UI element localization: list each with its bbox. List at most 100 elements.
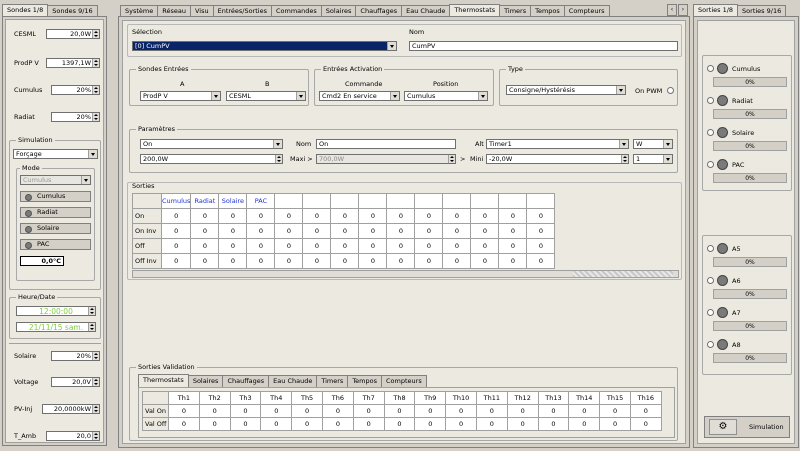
simulation-mode-combo[interactable]: Forçage (13, 149, 98, 159)
type-combo[interactable]: Consigne/Hystérésis (506, 85, 626, 95)
unit-combo[interactable]: W (633, 139, 673, 149)
validation-tab-6[interactable]: Compteurs (381, 375, 427, 387)
sim-cumulus-button[interactable]: Cumulus (20, 191, 91, 202)
probe-field-radiat[interactable]: 20% (51, 112, 100, 122)
table-cell[interactable]: 0 (470, 208, 500, 224)
table-cell[interactable]: 0 (190, 238, 220, 254)
validation-tab-5[interactable]: Tempos (347, 375, 382, 387)
table-cell[interactable]: 0 (414, 208, 444, 224)
table-cell[interactable]: 0 (498, 253, 528, 269)
table-cell[interactable]: 0 (190, 208, 220, 224)
table-cell[interactable]: 0 (526, 223, 556, 239)
table-cell[interactable]: 0 (352, 417, 385, 431)
table-cell[interactable]: 0 (198, 404, 231, 418)
table-cell[interactable]: 0 (383, 404, 416, 418)
chevron-down-icon[interactable] (663, 140, 672, 148)
table-cell[interactable]: 0 (568, 417, 601, 431)
chevron-down-icon[interactable] (619, 140, 628, 148)
sorties-scrollbar[interactable] (132, 270, 679, 278)
spin-icon[interactable] (92, 378, 99, 386)
table-cell[interactable]: 0 (302, 238, 332, 254)
table-cell[interactable]: 0 (442, 223, 472, 239)
selection-combo[interactable]: [0] CumPV (132, 41, 397, 51)
tab-scroll-right-icon[interactable]: › (678, 4, 688, 16)
maxi-field[interactable]: 700,0W (316, 154, 456, 164)
output-radio[interactable] (707, 65, 714, 72)
table-cell[interactable]: 0 (414, 404, 447, 418)
output-radio[interactable] (707, 129, 714, 136)
spin-icon[interactable] (92, 432, 99, 440)
commande-combo[interactable]: Cmd2 En service (319, 91, 400, 101)
table-cell[interactable]: 0 (229, 417, 262, 431)
probe-field-solaire[interactable]: 20% (51, 351, 100, 361)
chevron-down-icon[interactable] (478, 92, 487, 100)
table-cell[interactable]: 0 (190, 253, 220, 269)
table-cell[interactable]: 0 (414, 417, 447, 431)
table-cell[interactable]: 0 (168, 404, 200, 418)
scrollbar-thumb[interactable] (573, 271, 673, 277)
table-cell[interactable]: 0 (274, 223, 304, 239)
table-cell[interactable]: 0 (302, 208, 332, 224)
validation-tab-3[interactable]: Eau Chaude (268, 375, 318, 387)
table-cell[interactable]: 0 (160, 253, 192, 269)
chevron-down-icon[interactable] (663, 155, 672, 163)
probe-field-voltage[interactable]: 20,0V (51, 377, 100, 387)
output-radio[interactable] (707, 161, 714, 168)
on-pwm-radio[interactable] (667, 87, 674, 94)
tab-scroll-left-icon[interactable]: ‹ (667, 4, 677, 16)
table-cell[interactable]: 0 (358, 253, 388, 269)
table-cell[interactable]: 0 (599, 417, 631, 431)
output-radio[interactable] (707, 245, 714, 252)
mini-field[interactable]: -20,0W (486, 154, 629, 164)
table-cell[interactable]: 0 (352, 404, 385, 418)
table-cell[interactable]: 0 (358, 208, 388, 224)
probe-field-cumulus[interactable]: 20% (51, 85, 100, 95)
probe-field-tamb[interactable]: 20,0 (46, 431, 100, 441)
alt-combo[interactable]: Timer1 (486, 139, 629, 149)
validation-tab-2[interactable]: Chauffages (222, 375, 270, 387)
table-cell[interactable]: 0 (526, 208, 556, 224)
position-combo[interactable]: Cumulus (404, 91, 488, 101)
spin-icon[interactable] (275, 155, 282, 163)
param-nom-input[interactable]: On (316, 139, 456, 149)
chevron-down-icon[interactable] (387, 42, 396, 50)
spin-icon[interactable] (448, 155, 455, 163)
param-combo-on[interactable]: On (140, 139, 283, 149)
validation-tab-0[interactable]: Thermostats (138, 374, 189, 387)
time-field[interactable]: 12:00:00 (16, 306, 96, 316)
output-radio[interactable] (707, 341, 714, 348)
table-cell[interactable]: 0 (218, 253, 248, 269)
probe-field-prodpv[interactable]: 1397,1W (46, 58, 100, 68)
table-cell[interactable]: 0 (568, 404, 601, 418)
table-cell[interactable]: 0 (445, 404, 477, 418)
chevron-down-icon[interactable] (81, 176, 90, 184)
table-cell[interactable]: 0 (160, 223, 192, 239)
table-cell[interactable]: 0 (260, 417, 293, 431)
table-cell[interactable]: 0 (498, 223, 528, 239)
table-cell[interactable]: 0 (526, 238, 556, 254)
output-radio[interactable] (707, 277, 714, 284)
sim-solaire-button[interactable]: Solaire (20, 223, 91, 234)
table-cell[interactable]: 0 (526, 253, 556, 269)
table-cell[interactable]: 0 (302, 223, 332, 239)
sim-pac-button[interactable]: PAC (20, 239, 91, 250)
table-cell[interactable]: 0 (302, 253, 332, 269)
table-cell[interactable]: 0 (442, 253, 472, 269)
num-combo[interactable]: 1 (633, 154, 673, 164)
table-cell[interactable]: 0 (386, 208, 416, 224)
table-cell[interactable]: 0 (537, 404, 570, 418)
table-cell[interactable]: 0 (445, 417, 477, 431)
table-cell[interactable]: 0 (274, 253, 304, 269)
probe-field-cesml[interactable]: 20,0W (46, 29, 100, 39)
table-cell[interactable]: 0 (321, 404, 354, 418)
table-cell[interactable]: 0 (386, 253, 416, 269)
table-cell[interactable]: 0 (470, 238, 500, 254)
output-radio[interactable] (707, 309, 714, 316)
table-cell[interactable]: 0 (229, 404, 262, 418)
chevron-down-icon[interactable] (390, 92, 399, 100)
table-cell[interactable]: 0 (470, 223, 500, 239)
spin-icon[interactable] (88, 307, 95, 315)
validation-tab-4[interactable]: Timers (316, 375, 349, 387)
sondes-a-combo[interactable]: ProdP V (140, 91, 221, 101)
table-cell[interactable]: 0 (475, 404, 508, 418)
